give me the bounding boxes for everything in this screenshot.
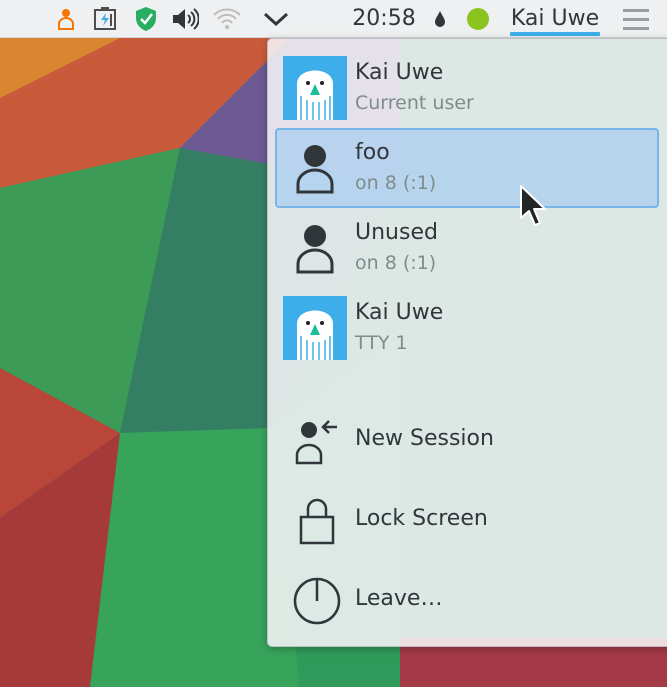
user-silhouette-icon (283, 216, 347, 280)
user-subtitle: Current user (355, 92, 474, 114)
user-silhouette-icon (283, 136, 347, 200)
volume-icon[interactable] (171, 6, 199, 32)
mouse-cursor-icon (518, 184, 548, 230)
leave-button[interactable]: Leave… (276, 563, 659, 635)
drop-icon[interactable] (432, 6, 448, 32)
battery-icon[interactable] (92, 6, 118, 32)
power-icon (289, 571, 345, 627)
top-panel: 20:58 Kai Uwe (0, 0, 667, 38)
user-name: Unused (355, 220, 438, 245)
shield-icon[interactable] (133, 6, 159, 32)
user-notification-icon[interactable] (54, 6, 78, 32)
lock-screen-button[interactable]: Lock Screen (276, 483, 659, 555)
user-subtitle: TTY 1 (355, 332, 408, 354)
user-switcher-popup: Kai Uwe Current user foo on 8 (:1) Unuse… (267, 38, 667, 647)
leave-label: Leave… (355, 586, 443, 611)
konqi-avatar (283, 296, 347, 360)
new-session-button[interactable]: New Session (276, 403, 659, 475)
user-name: Kai Uwe (355, 300, 444, 325)
user-name: foo (355, 140, 390, 165)
user-subtitle: on 8 (:1) (355, 172, 437, 194)
lock-icon (289, 491, 345, 547)
user-entry-unused[interactable]: Unused on 8 (:1) (276, 209, 659, 287)
wifi-icon[interactable] (211, 6, 243, 32)
user-subtitle: on 8 (:1) (355, 252, 437, 274)
lock-screen-label: Lock Screen (355, 506, 488, 531)
user-name: Kai Uwe (355, 60, 444, 85)
panel-user-button[interactable]: Kai Uwe (508, 3, 602, 36)
user-entry-current[interactable]: Kai Uwe Current user (276, 49, 659, 127)
new-session-icon (289, 411, 345, 467)
hamburger-menu-icon[interactable] (622, 7, 650, 31)
user-entry-tty[interactable]: Kai Uwe TTY 1 (276, 289, 659, 367)
new-session-label: New Session (355, 426, 494, 451)
konqi-avatar (283, 56, 347, 120)
user-entry-foo[interactable]: foo on 8 (:1) (275, 128, 659, 208)
chevron-down-icon[interactable] (262, 6, 290, 32)
status-dot-icon[interactable] (466, 6, 490, 32)
clock[interactable]: 20:58 (352, 5, 416, 33)
